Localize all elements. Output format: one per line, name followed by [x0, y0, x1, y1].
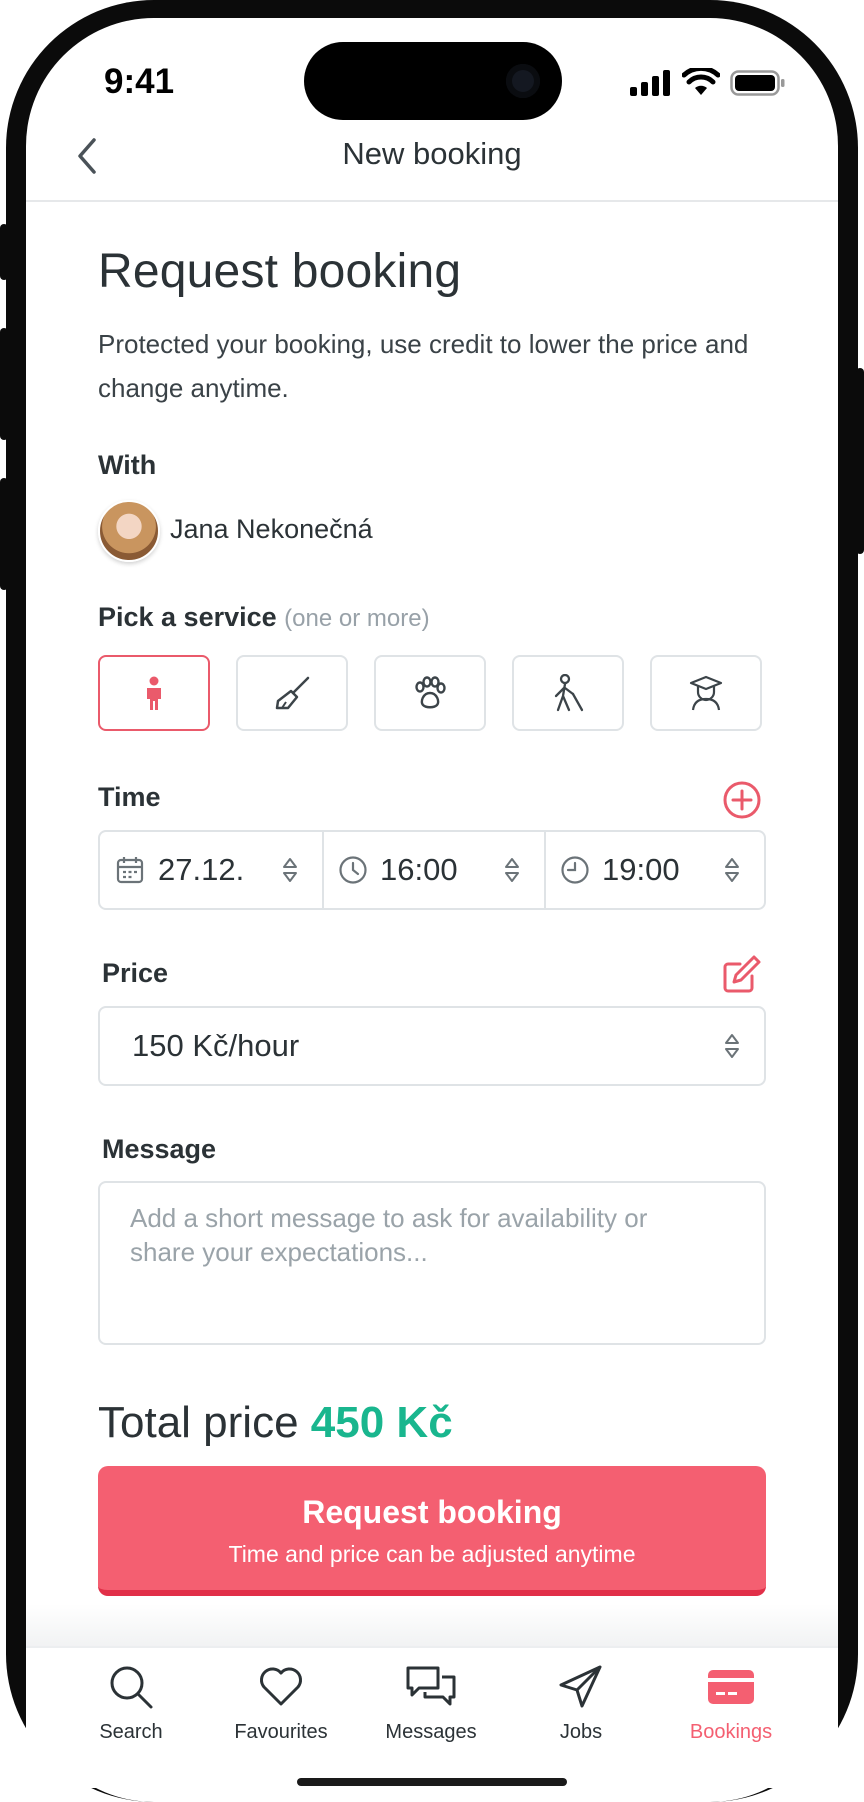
stepper-icon: [505, 858, 519, 882]
mute-switch: [0, 224, 8, 280]
person-name[interactable]: Jana Nekonečná: [170, 514, 373, 545]
tab-messages-label: Messages: [385, 1721, 477, 1743]
request-booking-title: Request booking: [302, 1494, 562, 1530]
end-time-field[interactable]: 19:00: [546, 832, 766, 908]
message-placeholder: Add a short message to ask for availabil…: [130, 1203, 648, 1267]
message-label: Message: [102, 1134, 217, 1164]
with-label: With: [98, 450, 157, 480]
chat-bubbles-icon: [406, 1666, 456, 1706]
clock-icon: [339, 856, 367, 884]
tab-bar: Search Favourites Messages Jobs Bookings: [26, 1646, 838, 1788]
date-value: 27.12.: [158, 852, 245, 887]
tab-bookings-label: Bookings: [689, 1721, 773, 1743]
tab-bookings[interactable]: Bookings: [656, 1664, 806, 1744]
time-label: Time: [98, 782, 161, 812]
price-value: 150 Kč/hour: [132, 1028, 300, 1063]
camera-icon: [506, 64, 540, 98]
home-indicator[interactable]: [297, 1778, 567, 1786]
price-select[interactable]: 150 Kč/hour: [98, 1006, 766, 1086]
tab-search-label: Search: [99, 1721, 163, 1743]
child-icon: [147, 676, 161, 710]
service-cleaning-button[interactable]: [236, 655, 348, 731]
price-label: Price: [102, 958, 169, 988]
request-booking-subtitle: Time and price can be adjusted anytime: [228, 1541, 636, 1567]
tab-favourites[interactable]: Favourites: [206, 1664, 356, 1744]
tab-jobs[interactable]: Jobs: [506, 1664, 656, 1744]
edit-icon[interactable]: [722, 954, 762, 994]
end-time-value: 19:00: [602, 852, 680, 887]
dynamic-island: [304, 42, 562, 120]
tab-messages[interactable]: Messages: [356, 1664, 506, 1744]
stepper-icon: [283, 858, 297, 882]
service-hint: (one or more): [284, 605, 430, 632]
clock-icon: [561, 856, 589, 884]
tab-search[interactable]: Search: [56, 1664, 206, 1744]
stepper-icon: [725, 1034, 739, 1058]
service-elderly-care-button[interactable]: [512, 655, 624, 731]
heart-icon: [260, 1667, 302, 1706]
wifi-icon: [682, 68, 720, 95]
volume-down-button: [0, 478, 8, 590]
service-tutoring-button[interactable]: [650, 655, 762, 731]
service-childcare-button[interactable]: [98, 655, 210, 731]
graduate-icon: [689, 675, 723, 711]
signal-icon: [630, 70, 670, 96]
card-icon: [708, 1670, 754, 1704]
power-button: [856, 368, 864, 554]
nav-title: New booking: [342, 136, 522, 171]
stepper-icon: [725, 858, 739, 882]
service-pets-button[interactable]: [374, 655, 486, 731]
volume-up-button: [0, 328, 8, 440]
service-label-text: Pick a service: [98, 602, 277, 632]
add-time-icon[interactable]: [722, 780, 762, 820]
search-icon: [110, 1666, 153, 1709]
message-textarea[interactable]: Add a short message to ask for availabil…: [98, 1181, 766, 1345]
avatar[interactable]: [98, 500, 160, 562]
tabbar-shadow: [26, 1604, 838, 1646]
paw-icon: [415, 676, 446, 709]
time-picker-group: 27.12. 16:00 19:00: [98, 830, 766, 910]
date-field[interactable]: 27.12.: [100, 832, 322, 908]
battery-icon: [730, 70, 785, 96]
paper-plane-icon: [559, 1665, 602, 1708]
elderly-care-icon: [554, 674, 584, 712]
broom-icon: [275, 676, 310, 710]
total-price: Total price 450 Kč: [98, 1398, 453, 1448]
page-title: Request booking: [98, 245, 462, 298]
nav-divider: [26, 200, 838, 202]
page-description: Protected your booking, use credit to lo…: [98, 329, 749, 403]
tab-favourites-label: Favourites: [234, 1721, 328, 1743]
tab-jobs-label: Jobs: [559, 1721, 603, 1743]
request-booking-button[interactable]: Request booking Time and price can be ad…: [98, 1466, 766, 1596]
start-time-field[interactable]: 16:00: [324, 832, 544, 908]
status-time: 9:41: [104, 62, 175, 101]
service-label: Pick a service (one or more): [98, 602, 430, 633]
total-price-amount: 450 Kč: [310, 1398, 453, 1447]
total-price-label: Total price: [98, 1398, 299, 1447]
start-time-value: 16:00: [380, 852, 458, 887]
calendar-icon: [116, 857, 144, 884]
